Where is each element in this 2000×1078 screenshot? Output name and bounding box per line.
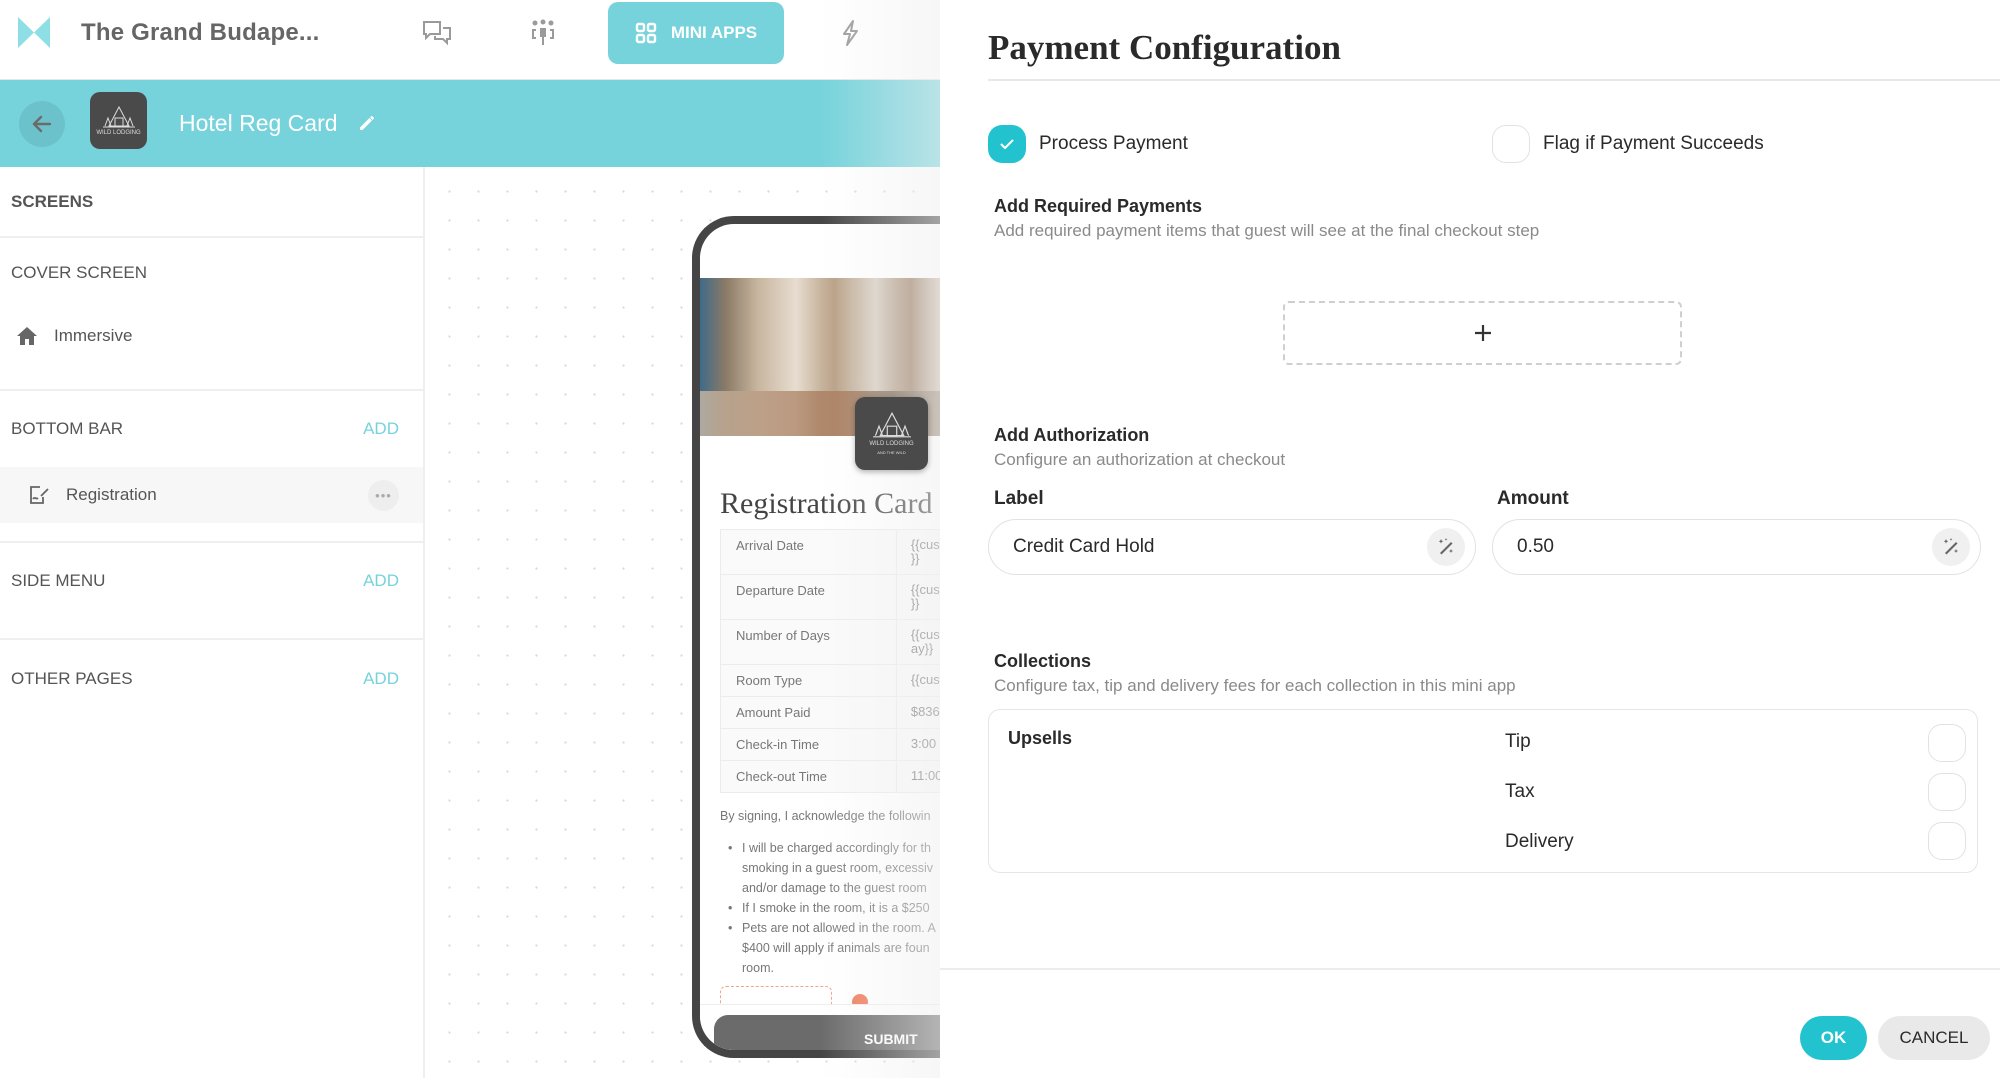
lodge-logo-icon (102, 105, 135, 127)
submit-label: SUBMIT (864, 1031, 918, 1047)
logo-subtext: AND THE WILD (877, 450, 906, 455)
screen-item-label: Registration (66, 485, 157, 504)
mini-app-logo[interactable]: WILD LODGING (90, 92, 147, 149)
preview-logo: WILD LODGING AND THE WILD (855, 397, 928, 470)
row-label: Number of Days (720, 619, 897, 665)
collection-card: Upsells Tip Tax Delivery (988, 709, 1978, 873)
pencil-icon (360, 116, 374, 130)
home-icon (17, 327, 37, 345)
collections-title: Collections (994, 651, 1092, 671)
section-other-pages: OTHER PAGES ADD (0, 640, 423, 718)
automation-nav-button[interactable] (833, 18, 867, 48)
label-field-title: Label (994, 488, 1044, 509)
section-title: SIDE MENU (11, 571, 106, 590)
magic-wand-button[interactable] (1427, 528, 1465, 566)
tax-checkbox[interactable] (1928, 773, 1966, 811)
checkmark-icon (1000, 139, 1014, 149)
mini-app-name: Hotel Reg Card (179, 110, 338, 136)
arrow-left-icon (32, 115, 52, 133)
delivery-checkbox[interactable] (1928, 822, 1966, 860)
add-side-menu-button[interactable]: ADD (363, 571, 399, 591)
row-label: Amount Paid (720, 696, 897, 729)
mini-apps-tab[interactable]: MINI APPS (608, 2, 784, 64)
footer-divider (940, 968, 2000, 970)
cancel-button[interactable]: CANCEL (1878, 1016, 1990, 1060)
collection-name: Upsells (1008, 728, 1073, 748)
logo-text: WILD LODGING (869, 441, 914, 447)
required-payments-subtitle: Add required payment items that guest wi… (994, 221, 1540, 240)
payment-configuration-panel: Payment Configuration Process Payment Fl… (940, 0, 2000, 1078)
row-label: Departure Date (720, 574, 897, 620)
divider (988, 79, 2000, 81)
screens-sidebar: SCREENS COVER SCREEN Immersive BOTTOM BA… (0, 167, 425, 1078)
delivery-label: Delivery (1505, 831, 1574, 852)
section-cover-screen: COVER SCREEN Immersive (0, 238, 423, 391)
collections-subtitle: Configure tax, tip and delivery fees for… (994, 676, 1516, 695)
tip-label: Tip (1505, 731, 1531, 752)
row-label: Room Type (720, 664, 897, 697)
row-label: Arrival Date (720, 529, 897, 575)
app-title[interactable]: The Grand Budape... (81, 19, 320, 47)
ok-button[interactable]: OK (1800, 1016, 1867, 1060)
magic-wand-button[interactable] (1932, 528, 1970, 566)
amount-field[interactable] (1492, 519, 1981, 575)
panel-title: Payment Configuration (988, 28, 1341, 67)
section-bottom-bar: BOTTOM BAR ADD Registration ••• (0, 391, 423, 543)
row-label: Check-in Time (720, 728, 897, 761)
signature-icon (30, 486, 49, 504)
label-field[interactable] (988, 519, 1476, 575)
lodge-logo-icon (872, 412, 911, 438)
section-side-menu: SIDE MENU ADD (0, 543, 423, 640)
required-payments-title: Add Required Payments (994, 196, 1203, 216)
authorization-title: Add Authorization (994, 425, 1150, 445)
process-payment-label[interactable]: Process Payment (1039, 133, 1188, 155)
logo-text: WILD LODGING (96, 129, 141, 136)
screens-header: SCREENS (0, 167, 423, 238)
plus-icon (1474, 325, 1491, 341)
amount-input[interactable] (1517, 520, 1907, 574)
magic-wand-icon (1943, 538, 1958, 555)
add-other-pages-button[interactable]: ADD (363, 669, 399, 689)
chat-icon (423, 21, 451, 46)
more-options-button[interactable]: ••• (368, 480, 399, 511)
screen-item-registration[interactable]: Registration ••• (0, 467, 423, 523)
back-button[interactable] (19, 101, 65, 147)
section-title: BOTTOM BAR (11, 419, 124, 438)
screen-item-immersive[interactable]: Immersive (0, 308, 423, 364)
tax-label: Tax (1505, 781, 1535, 802)
people-icon (532, 19, 554, 45)
process-payment-checkbox[interactable] (988, 125, 1026, 163)
signature-field[interactable] (720, 986, 832, 1006)
section-title: COVER SCREEN (11, 263, 148, 282)
row-label: Check-out Time (720, 760, 897, 793)
edit-name-button[interactable] (350, 106, 384, 140)
screens-title: SCREENS (11, 191, 94, 211)
add-required-payment-button[interactable] (1283, 301, 1682, 365)
mini-apps-label: MINI APPS (670, 23, 758, 42)
grid-icon (635, 22, 657, 44)
authorization-subtitle: Configure an authorization at checkout (994, 450, 1286, 469)
lightning-icon (843, 20, 858, 46)
ellipsis-icon: ••• (375, 488, 392, 503)
flag-success-label[interactable]: Flag if Payment Succeeds (1543, 133, 1764, 155)
amount-field-title: Amount (1497, 488, 1569, 509)
brand-logo-icon[interactable] (18, 17, 50, 48)
chat-nav-button[interactable] (420, 18, 454, 48)
flag-success-checkbox[interactable] (1492, 125, 1530, 163)
people-nav-button[interactable] (526, 18, 560, 48)
mini-app-header: WILD LODGING Hotel Reg Card (0, 80, 940, 167)
label-input[interactable] (1013, 520, 1402, 574)
add-bottom-bar-button[interactable]: ADD (363, 419, 399, 439)
screen-item-label: Immersive (54, 326, 133, 345)
tip-checkbox[interactable] (1928, 724, 1966, 762)
registration-title: Registration Card (720, 487, 933, 520)
top-bar: The Grand Budape... MINI APPS (0, 0, 940, 80)
magic-wand-icon (1438, 538, 1453, 555)
section-title: OTHER PAGES (11, 669, 133, 688)
